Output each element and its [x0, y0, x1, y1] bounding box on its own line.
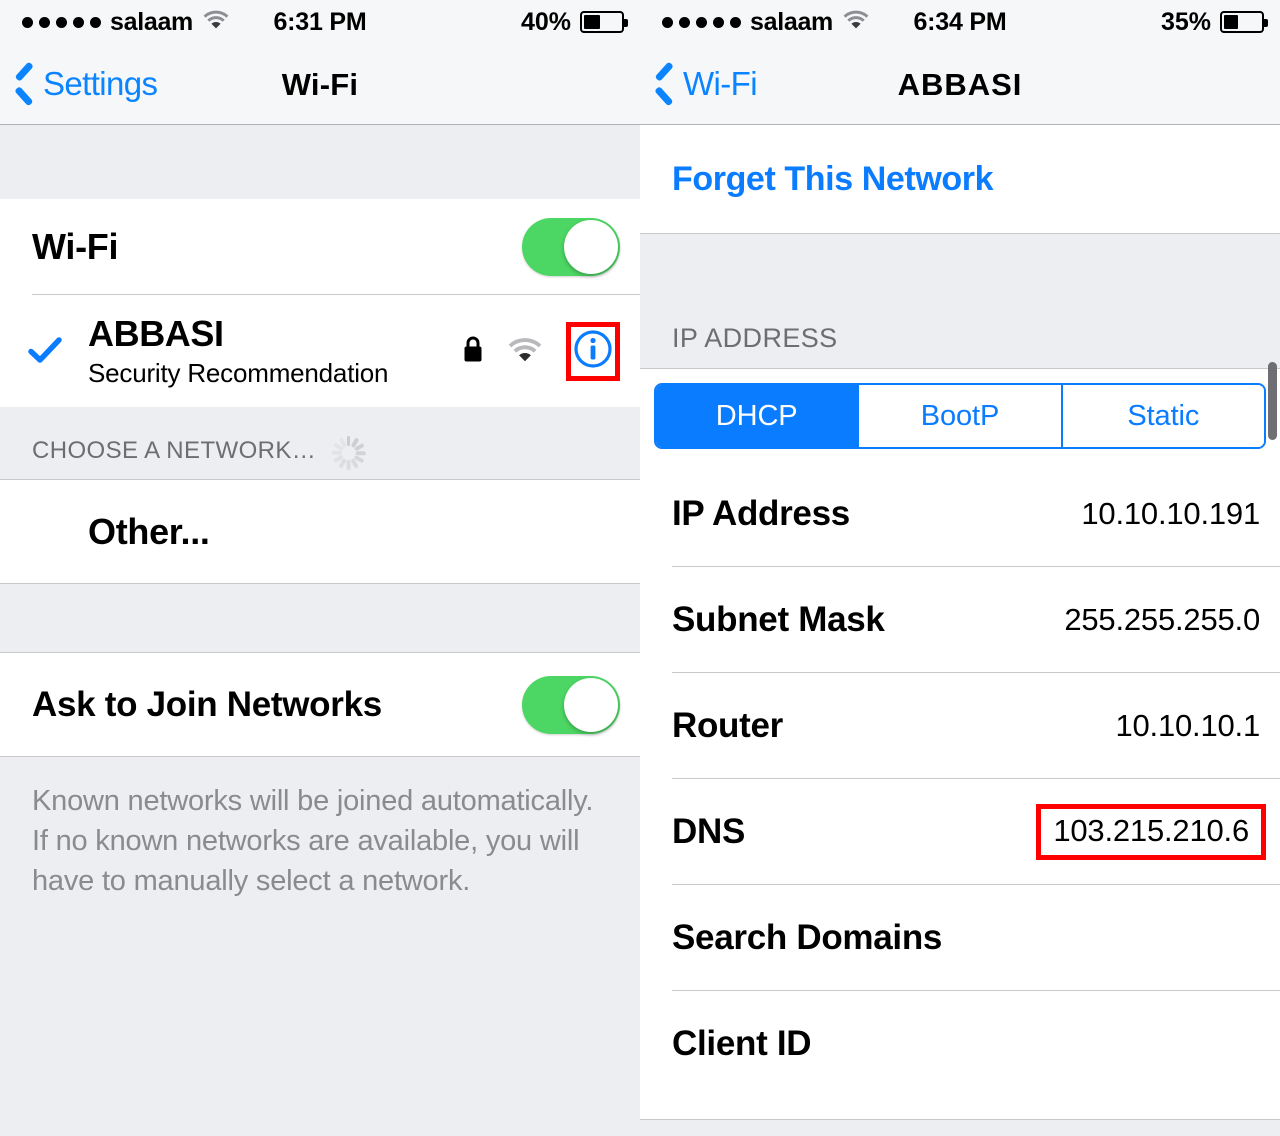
choose-network-header: CHOOSE A NETWORK… [0, 407, 640, 479]
ask-to-join-label: Ask to Join Networks [32, 684, 382, 724]
ask-to-join-group: Ask to Join Networks [0, 652, 640, 757]
network-info-button-highlight[interactable] [566, 321, 620, 381]
row-other-network[interactable]: Other... [0, 480, 640, 583]
back-button-label: Settings [43, 65, 158, 102]
row-wifi-toggle[interactable]: Wi-Fi [0, 199, 640, 295]
lock-icon [462, 335, 484, 368]
row-value: 103.215.210.6 [1053, 813, 1249, 848]
row-value: 10.10.10.191 [1081, 496, 1260, 531]
ask-to-join-switch[interactable] [522, 675, 620, 734]
other-network-label: Other... [88, 510, 210, 552]
status-bar-battery-group: 35% [1160, 0, 1268, 44]
dns-value-highlight: 103.215.210.6 [1036, 804, 1266, 860]
chevron-left-icon [654, 65, 676, 103]
forget-network-label: Forget This Network [672, 159, 994, 198]
wifi-footer-note: Known networks will be joined automatica… [0, 757, 640, 901]
list-bottom-edge [640, 1097, 1280, 1120]
wifi-toggle-switch[interactable] [522, 218, 620, 276]
network-status-icons [462, 321, 620, 381]
row-label: Router [672, 706, 783, 745]
choose-network-label: CHOOSE A NETWORK… [32, 437, 317, 464]
row-label: Search Domains [672, 918, 943, 957]
battery-percentage: 40% [520, 7, 571, 36]
wifi-toggle-label: Wi-Fi [32, 226, 119, 267]
battery-icon [1220, 11, 1268, 33]
ip-address-section-label: IP ADDRESS [672, 323, 838, 353]
wifi-signal-icon [508, 336, 542, 367]
table-row[interactable]: Subnet Mask 255.255.255.0 [640, 567, 1280, 673]
segment-bootp[interactable]: BootP [859, 385, 1063, 447]
network-name-block: ABBASI Security Recommendation [88, 313, 389, 389]
ip-address-section-header: IP ADDRESS [640, 234, 1280, 368]
back-button-settings[interactable]: Settings [14, 65, 158, 103]
wifi-toggle-group: Wi-Fi ABBASI Security Recommendation [0, 199, 640, 407]
nav-bar-right: Wi-Fi ABBASI [640, 44, 1280, 125]
row-label: Client ID [672, 1024, 812, 1063]
ip-mode-segmented-control[interactable]: DHCP BootP Static [654, 383, 1266, 449]
chevron-left-icon [14, 65, 36, 103]
row-ask-to-join[interactable]: Ask to Join Networks [0, 653, 640, 756]
table-row[interactable]: Client ID [640, 991, 1280, 1097]
network-ssid: ABBASI [88, 313, 224, 354]
ip-mode-segmented-wrap: DHCP BootP Static [640, 368, 1280, 461]
row-network-abbasi[interactable]: ABBASI Security Recommendation [0, 295, 640, 407]
dual-screenshot: salaam 6:31 PM 40% Settings Wi-Fi Wi-Fi … [0, 0, 1280, 1136]
activity-spinner-icon [330, 435, 366, 471]
status-bar-battery-group: 40% [520, 0, 628, 44]
info-circle-icon[interactable] [573, 329, 613, 374]
back-button-wifi[interactable]: Wi-Fi [654, 65, 758, 103]
row-value: 10.10.10.1 [1115, 708, 1260, 743]
table-row[interactable]: Search Domains [640, 885, 1280, 991]
battery-percentage: 35% [1160, 7, 1211, 36]
nav-bar-left: Settings Wi-Fi [0, 44, 640, 125]
segment-static[interactable]: Static [1062, 385, 1264, 447]
back-button-label: Wi-Fi [683, 65, 758, 102]
status-bar-right: salaam 6:34 PM 35% [640, 0, 1280, 44]
row-label: IP Address [672, 494, 850, 533]
network-subtitle: Security Recommendation [88, 358, 389, 388]
battery-icon [580, 11, 628, 33]
row-label: Subnet Mask [672, 600, 885, 639]
row-value: 255.255.255.0 [1064, 602, 1260, 637]
forget-network-button[interactable]: Forget This Network [640, 125, 1280, 234]
table-row[interactable]: Router 10.10.10.1 [640, 673, 1280, 779]
checkmark-icon [28, 334, 62, 368]
right-panel-network-detail: salaam 6:34 PM 35% Wi-Fi ABBASI Forget T… [640, 0, 1280, 1136]
table-row-dns[interactable]: DNS 103.215.210.6 [640, 779, 1280, 885]
ip-detail-rows: IP Address 10.10.10.191 Subnet Mask 255.… [640, 461, 1280, 1120]
section-gap [0, 125, 640, 199]
status-bar-left: salaam 6:31 PM 40% [0, 0, 640, 44]
other-network-group: Other... [0, 479, 640, 584]
segment-dhcp[interactable]: DHCP [656, 385, 860, 447]
row-label: DNS [672, 812, 745, 851]
table-row[interactable]: IP Address 10.10.10.191 [640, 461, 1280, 567]
left-panel-wifi-settings: salaam 6:31 PM 40% Settings Wi-Fi Wi-Fi … [0, 0, 640, 1136]
section-gap-2 [0, 584, 640, 652]
scrollbar-thumb[interactable] [1268, 362, 1277, 440]
